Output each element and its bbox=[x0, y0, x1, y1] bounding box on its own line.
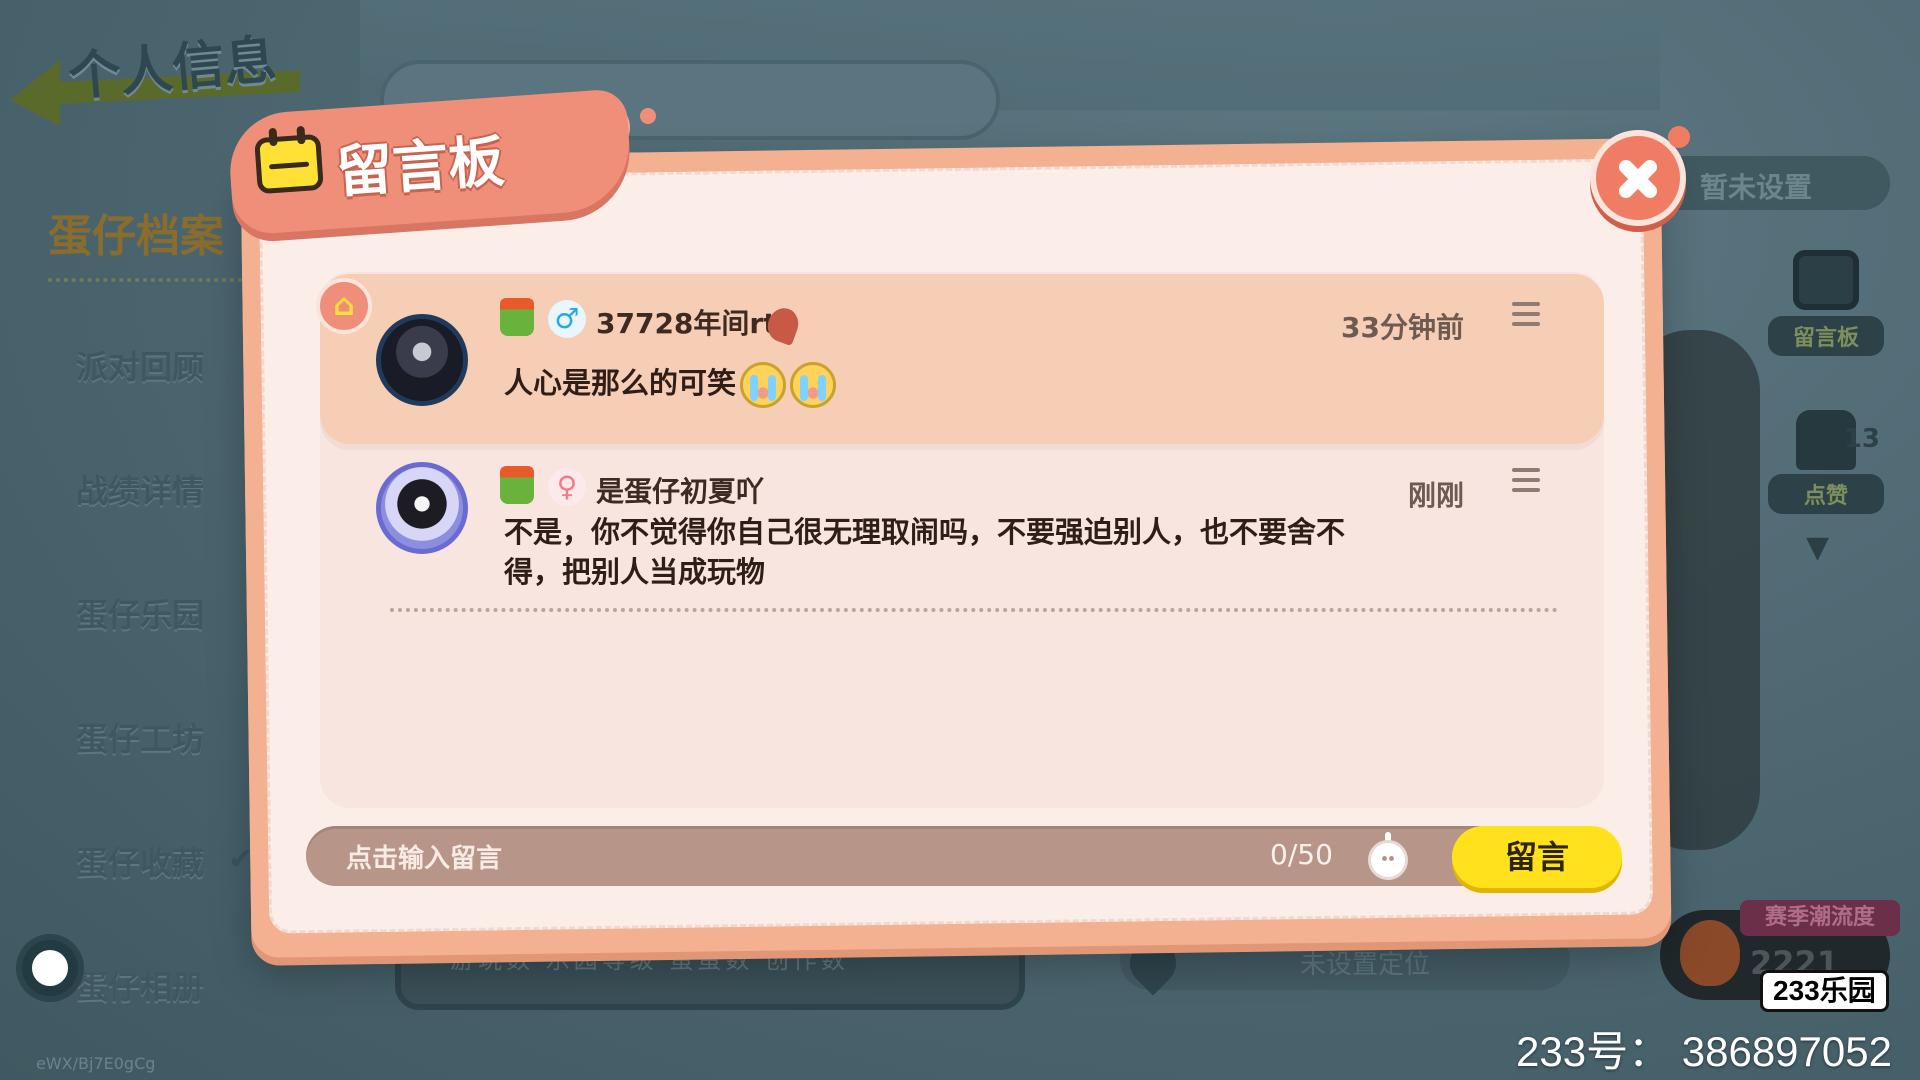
unset-text: 暂未设置 bbox=[1700, 171, 1813, 204]
sidebar-item-workshop[interactable]: 蛋仔工坊 bbox=[76, 714, 204, 760]
crying-emoji-icon bbox=[740, 362, 787, 408]
level-badge-icon bbox=[500, 298, 534, 336]
message-item-pinned: ⌂ ♂ 37728年间rt 33分钟前 人心是那么的可笑 bbox=[316, 274, 1604, 444]
fire-icon bbox=[1680, 920, 1740, 986]
message-input-bar[interactable]: 点击输入留言 0/50 留言 bbox=[306, 826, 1622, 888]
send-message-button[interactable]: 留言 bbox=[1452, 826, 1622, 888]
season-badge: 赛季潮流度 bbox=[1740, 900, 1900, 936]
sidebar-item-battle-record[interactable]: 战绩详情 bbox=[76, 466, 204, 512]
message-item: ♀ 是蛋仔初夏吖 刚刚 不是，你不觉得你自己很无理取闹吗，不要强迫别人，也不要舍… bbox=[320, 450, 1604, 610]
brand-logo: 233乐园 bbox=[1760, 970, 1889, 1012]
sidebar-item-party-review[interactable]: 派对回顾 bbox=[76, 342, 204, 388]
message-text: 不是，你不觉得你自己很无理取闹吗，不要强迫别人，也不要舍不 得，把别人当成玩物 bbox=[504, 512, 1345, 592]
title-decoration-dot bbox=[640, 108, 656, 124]
username[interactable]: 是蛋仔初夏吖 bbox=[596, 470, 764, 510]
timestamp: 刚刚 bbox=[1407, 479, 1464, 512]
sidebar-item-album[interactable]: 蛋仔相册 bbox=[76, 962, 204, 1008]
divider bbox=[390, 608, 1558, 612]
emoji-button[interactable] bbox=[1366, 832, 1410, 880]
message-input[interactable]: 点击输入留言 bbox=[346, 838, 502, 875]
home-icon: ⌂ bbox=[316, 278, 372, 334]
avatar[interactable] bbox=[376, 462, 468, 554]
like-count: 13 bbox=[1843, 424, 1880, 454]
like-button-label: 点赞 bbox=[1768, 474, 1884, 514]
message-text-line: 得，把别人当成玩物 bbox=[504, 555, 766, 589]
user-id-watermark: 233号： 386897052 bbox=[1516, 1028, 1892, 1075]
female-icon: ♀ bbox=[548, 468, 586, 506]
level-badge-icon bbox=[500, 466, 534, 504]
floating-ball-button[interactable] bbox=[22, 940, 78, 996]
menu-icon[interactable] bbox=[1512, 302, 1540, 326]
message-list[interactable]: ⌂ ♂ 37728年间rt 33分钟前 人心是那么的可笑 ♀ 是蛋仔初夏吖 刚刚… bbox=[316, 272, 1604, 808]
board-icon bbox=[1793, 250, 1859, 310]
emoji-icon bbox=[1368, 840, 1408, 880]
close-button-decoration bbox=[1668, 126, 1690, 148]
sidebar-item-collection[interactable]: 蛋仔收藏 bbox=[76, 838, 204, 884]
male-icon: ♂ bbox=[548, 300, 586, 338]
message-text-line: 不是，你不觉得你自己很无理取闹吗，不要强迫别人，也不要舍不 bbox=[504, 515, 1346, 549]
dialog-title: 留言板 bbox=[334, 129, 507, 206]
timestamp: 33分钟前 bbox=[1341, 311, 1464, 344]
username[interactable]: 37728年间rt bbox=[596, 302, 777, 342]
message-text-content: 人心是那么的可笑 bbox=[504, 366, 737, 400]
crying-emoji-icon bbox=[790, 362, 837, 408]
char-count: 0/50 bbox=[1270, 838, 1333, 871]
sidebar-item-paradise[interactable]: 蛋仔乐园 bbox=[76, 590, 204, 636]
message-board-button[interactable]: 留言板 bbox=[1768, 250, 1884, 360]
chevron-down-icon[interactable]: ▼ bbox=[1806, 530, 1829, 565]
board-button-label: 留言板 bbox=[1768, 316, 1884, 356]
location-text: 未设置定位 bbox=[1300, 950, 1431, 980]
like-button[interactable]: 13 点赞 bbox=[1768, 410, 1884, 514]
sidebar-header: 蛋仔档案 bbox=[48, 200, 258, 282]
message-text: 人心是那么的可笑 bbox=[504, 362, 837, 408]
small-watermark: eWX/Bj7E0gCg bbox=[36, 1054, 156, 1073]
close-button[interactable] bbox=[1590, 126, 1690, 226]
menu-icon[interactable] bbox=[1512, 468, 1540, 492]
avatar[interactable] bbox=[376, 314, 468, 406]
board-icon bbox=[254, 133, 324, 195]
